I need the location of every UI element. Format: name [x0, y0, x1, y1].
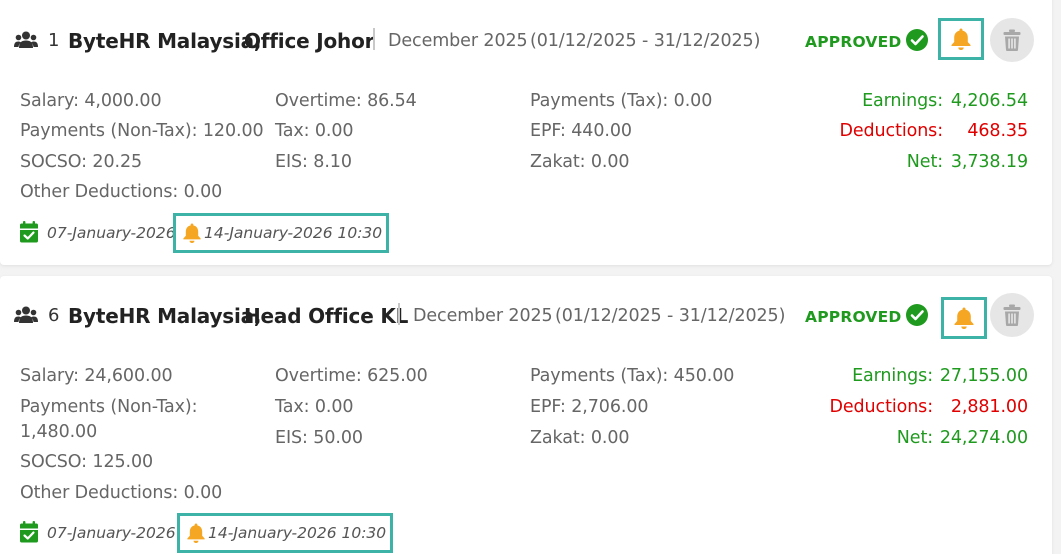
employee-count: 1: [48, 30, 60, 51]
delete-button[interactable]: [990, 18, 1034, 62]
tax-field: Tax: 0.00: [275, 121, 354, 141]
period-range: (01/12/2025 - 31/12/2025): [530, 31, 761, 51]
payments-tax-field: Payments (Tax): 450.00: [530, 366, 735, 386]
deductions-value: 2,881.00: [950, 397, 1028, 417]
deductions-label: Deductions:: [829, 397, 934, 417]
bell-icon: [187, 523, 205, 543]
period-range: (01/12/2025 - 31/12/2025): [555, 306, 786, 326]
earnings-value: 4,206.54: [950, 91, 1028, 111]
overtime-field: Overtime: 625.00: [275, 366, 428, 386]
payments-nontax-field: Payments (Non-Tax):: [20, 397, 198, 417]
eis-field: EIS: 50.00: [275, 428, 363, 448]
socso-field: SOCSO: 20.25: [20, 152, 143, 172]
payroll-date: 07-January-2026: [47, 524, 176, 542]
check-circle-icon: [906, 29, 928, 51]
period-month: December 2025: [413, 306, 553, 326]
payments-nontax-value: 1,480.00: [20, 422, 98, 442]
calendar-check-icon: [20, 221, 38, 243]
trash-icon: [1003, 304, 1021, 326]
earnings-value: 27,155.00: [939, 366, 1028, 386]
net-value: 24,274.00: [939, 428, 1028, 448]
people-icon: [14, 31, 38, 48]
overtime-field: Overtime: 86.54: [275, 91, 417, 111]
deductions-label: Deductions:: [839, 121, 944, 141]
net-label: Net:: [906, 152, 943, 172]
bell-icon: [954, 307, 974, 329]
socso-field: SOCSO: 125.00: [20, 452, 154, 472]
zakat-field: Zakat: 0.00: [530, 428, 630, 448]
deductions-value: 468.35: [967, 121, 1028, 141]
payroll-card: 1 ByteHR Malaysia, Office Johor December…: [0, 0, 1052, 265]
payroll-card: 6 ByteHR Malaysia, Head Office KL Decemb…: [0, 276, 1052, 554]
tax-field: Tax: 0.00: [275, 397, 354, 417]
reminder-datetime: 14-January-2026 10:30: [204, 224, 383, 242]
reminder-button[interactable]: [941, 297, 987, 339]
period-month: December 2025: [388, 31, 528, 51]
net-value: 3,738.19: [950, 152, 1028, 172]
zakat-field: Zakat: 0.00: [530, 152, 630, 172]
reminder-datetime: 14-January-2026 10:30: [208, 524, 387, 542]
epf-field: EPF: 440.00: [530, 121, 632, 141]
payments-nontax-field: Payments (Non-Tax): 120.00: [20, 121, 264, 141]
office-name[interactable]: Office Johor: [244, 29, 374, 53]
company-name[interactable]: ByteHR Malaysia,: [68, 29, 262, 53]
other-deductions-field: Other Deductions: 0.00: [20, 483, 223, 503]
reminder-button[interactable]: [938, 18, 984, 60]
earnings-label: Earnings:: [852, 366, 933, 386]
bell-icon: [183, 223, 201, 243]
bell-icon: [951, 28, 971, 50]
status-badge: APPROVED: [805, 33, 902, 51]
payments-tax-field: Payments (Tax): 0.00: [530, 91, 713, 111]
salary-field: Salary: 24,600.00: [20, 366, 173, 386]
employee-count: 6: [48, 305, 60, 326]
payroll-date: 07-January-2026: [47, 224, 176, 242]
check-circle-icon: [906, 304, 928, 326]
reminder-date-box[interactable]: 14-January-2026 10:30: [173, 213, 390, 253]
trash-icon: [1003, 29, 1021, 51]
people-icon: [14, 306, 38, 323]
delete-button[interactable]: [990, 293, 1034, 337]
status-badge: APPROVED: [805, 308, 902, 326]
divider: [398, 303, 400, 325]
epf-field: EPF: 2,706.00: [530, 397, 649, 417]
other-deductions-field: Other Deductions: 0.00: [20, 182, 223, 202]
company-name[interactable]: ByteHR Malaysia,: [68, 304, 262, 328]
office-name[interactable]: Head Office KL: [244, 304, 408, 328]
eis-field: EIS: 8.10: [275, 152, 352, 172]
divider: [373, 28, 375, 50]
earnings-label: Earnings:: [862, 91, 943, 111]
salary-field: Salary: 4,000.00: [20, 91, 162, 111]
calendar-check-icon: [20, 521, 38, 543]
net-label: Net:: [896, 428, 933, 448]
reminder-date-box[interactable]: 14-January-2026 10:30: [177, 513, 394, 553]
